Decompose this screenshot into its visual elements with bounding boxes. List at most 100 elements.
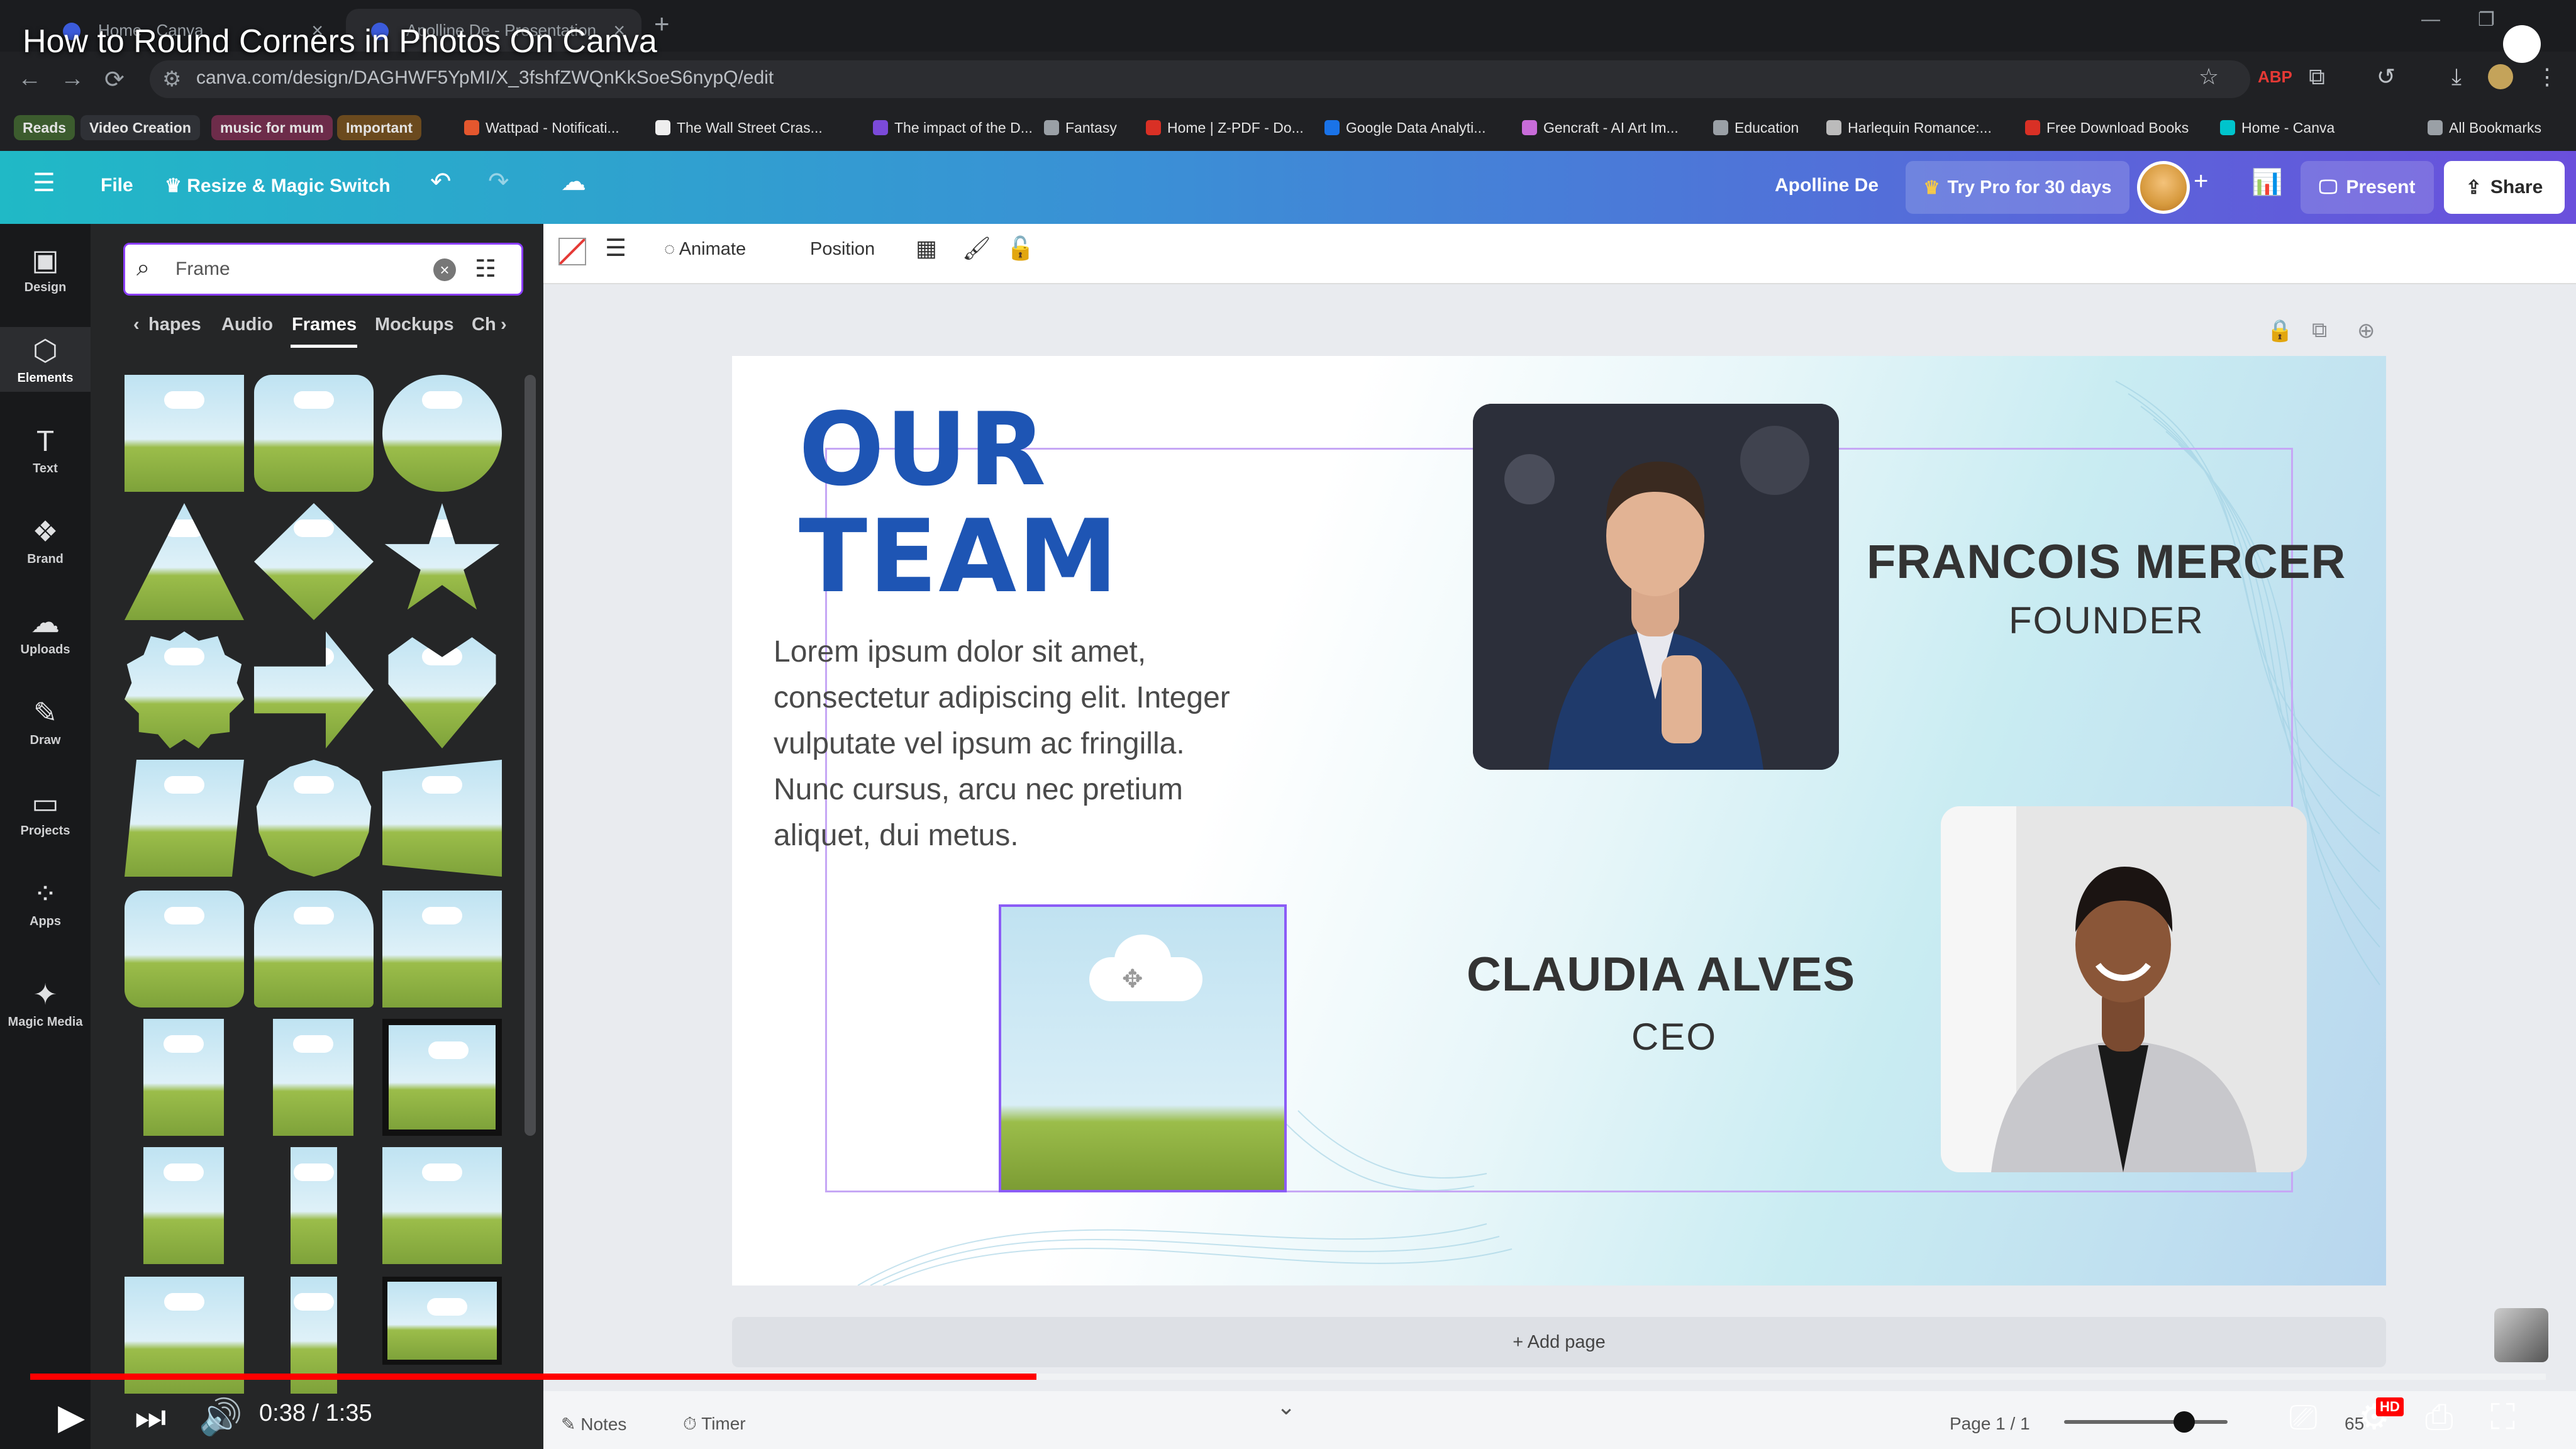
empty-image-frame[interactable]: ✥ [999, 904, 1287, 1192]
resize-magic-switch-button[interactable]: ♛ Resize & Magic Switch [165, 175, 391, 197]
rail-item-uploads[interactable]: ☁ Uploads [0, 599, 91, 663]
slide-body-text[interactable]: Lorem ipsum dolor sit amet, consectetur … [774, 629, 1252, 858]
profile-avatar[interactable] [2488, 64, 2513, 89]
rail-item-design[interactable]: ▣ Design [0, 236, 91, 301]
bookmark-item[interactable]: Fantasy [1044, 114, 1117, 141]
category-mockups[interactable]: Mockups [375, 314, 454, 335]
frame-thumbnail-archtop[interactable] [254, 891, 374, 1008]
redo-icon[interactable]: ↷ [488, 167, 509, 196]
clear-search-icon[interactable]: × [433, 258, 456, 281]
category-shapes[interactable]: hapes [148, 314, 201, 335]
fill-color-swatch[interactable] [558, 238, 586, 265]
person2-name[interactable]: CLAUDIA ALVES [1467, 947, 1855, 1002]
bookmark-item[interactable]: All Bookmarks [2428, 114, 2541, 141]
browser-menu-icon[interactable]: ⋮ [2534, 64, 2560, 89]
design-owner-name[interactable]: Apolline De [1775, 175, 1879, 196]
undo-icon[interactable]: ↶ [430, 167, 452, 196]
rail-item-magic-media[interactable]: ✦ Magic Media [0, 971, 91, 1036]
bookmark-item[interactable]: Home - Canva [2220, 114, 2334, 141]
bookmark-item[interactable]: Video Creation [80, 114, 200, 141]
frame-thumbnail-round[interactable] [254, 375, 374, 492]
animate-button[interactable]: ◌ Animate [664, 239, 746, 260]
person2-role[interactable]: CEO [1631, 1015, 1717, 1058]
position-button[interactable]: Position [810, 239, 875, 260]
try-pro-button[interactable]: ♛ Try Pro for 30 days [1906, 161, 2129, 214]
bookmark-item[interactable]: Reads [14, 114, 75, 141]
category-prev-icon[interactable]: ‹ [133, 314, 140, 335]
add-page-icon[interactable]: ⊕ [2357, 318, 2375, 343]
frame-thumbnail-rect[interactable] [125, 375, 244, 492]
rail-item-apps[interactable]: ⁘ Apps [0, 870, 91, 935]
adblock-icon[interactable]: ABP [2258, 64, 2292, 89]
play-icon[interactable]: ▶ [58, 1396, 85, 1438]
site-info-icon[interactable]: ⚙ [162, 67, 181, 92]
photo-claudia[interactable] [1941, 806, 2307, 1172]
bookmark-item[interactable]: Important [337, 114, 422, 141]
reload-icon[interactable]: ⟳ [104, 65, 125, 94]
zoom-slider-handle[interactable] [2174, 1411, 2195, 1433]
bookmark-item[interactable]: Gencraft - AI Art Im... [1522, 114, 1679, 141]
border-style-icon[interactable]: ☰ [605, 234, 626, 262]
rail-item-draw[interactable]: ✎ Draw [0, 689, 91, 754]
hamburger-icon[interactable]: ☰ [33, 169, 55, 197]
page-indicator[interactable]: Page 1 / 1 [1950, 1414, 2030, 1434]
person1-name[interactable]: FRANCOIS MERCER [1867, 535, 2346, 589]
frame-thumbnail-circle[interactable] [382, 375, 502, 492]
volume-icon[interactable]: 🔊 [199, 1396, 243, 1438]
lock-icon[interactable]: 🔓 [1006, 235, 1035, 262]
filter-icon[interactable]: ☷ [475, 255, 496, 283]
frame-thumbnail-tall[interactable] [143, 1147, 224, 1264]
bookmark-item[interactable]: Education [1713, 114, 1799, 141]
watch-later-icon[interactable] [2503, 25, 2541, 63]
subtitles-icon[interactable]: ⎚ [2289, 1396, 2318, 1438]
zoom-slider[interactable] [2064, 1420, 2228, 1424]
bookmark-item[interactable]: Free Download Books [2025, 114, 2189, 141]
category-next-icon[interactable]: › [501, 314, 507, 335]
bookmark-item[interactable]: Harlequin Romance:... [1826, 114, 1992, 141]
frame-thumbnail-tallsplit[interactable] [291, 1147, 337, 1264]
bookmark-item[interactable]: music for mum [211, 114, 333, 141]
file-menu[interactable]: File [101, 175, 133, 196]
photo-francois[interactable] [1473, 404, 1839, 770]
search-input[interactable]: ⌕ Frame × ☷ [123, 243, 523, 296]
frame-thumbnail-tall[interactable] [143, 1019, 224, 1136]
extensions-icon[interactable]: ⧉ [2304, 64, 2329, 89]
next-video-icon[interactable]: ⏭ [135, 1396, 166, 1438]
category-charts[interactable]: Ch [472, 314, 496, 335]
transparency-icon[interactable]: ▦ [916, 235, 937, 262]
analytics-icon[interactable]: 📊 [2251, 167, 2283, 197]
bookmark-item[interactable]: The Wall Street Cras... [655, 114, 823, 141]
person1-role[interactable]: FOUNDER [2009, 599, 2204, 642]
channel-thumbnail[interactable] [2494, 1308, 2548, 1362]
panel-scrollbar[interactable] [525, 375, 536, 1136]
frame-thumbnail-tall[interactable] [273, 1019, 353, 1136]
frame-thumbnail-rounded[interactable] [125, 891, 244, 1008]
forward-icon[interactable]: → [60, 65, 84, 92]
bookmark-item[interactable]: Wattpad - Notificati... [464, 114, 619, 141]
category-audio[interactable]: Audio [221, 314, 273, 335]
frame-thumbnail-skew[interactable] [382, 760, 502, 877]
chevron-down-icon[interactable]: ⌄ [1277, 1394, 1296, 1420]
cast-icon[interactable]: ⎙ [2425, 1396, 2453, 1438]
bookmark-item[interactable]: The impact of the D... [873, 114, 1033, 141]
timer-button[interactable]: ⏱ Timer [683, 1414, 746, 1435]
minimize-icon[interactable]: — [2421, 9, 2440, 30]
notes-button[interactable]: ✎ Notes [561, 1414, 626, 1435]
restore-icon[interactable]: ❐ [2478, 9, 2495, 31]
frame-thumbnail-para[interactable] [125, 760, 244, 877]
rail-item-text[interactable]: T Text [0, 418, 91, 482]
add-page-button[interactable]: + Add page [732, 1317, 2386, 1367]
category-frames[interactable]: Frames [292, 314, 357, 335]
bookmark-item[interactable]: Home | Z-PDF - Do... [1146, 114, 1304, 141]
share-button[interactable]: ⇪ Share [2444, 161, 2565, 214]
copy-style-icon[interactable]: 🖌 [962, 235, 991, 262]
frame-thumbnail-monitor[interactable] [382, 1277, 502, 1365]
present-button[interactable]: 🖵 Present [2301, 161, 2434, 214]
frame-thumbnail-triple[interactable] [382, 1147, 502, 1264]
user-avatar[interactable] [2137, 161, 2190, 214]
download-icon[interactable]: ⤓ [2444, 64, 2469, 89]
fullscreen-exit-icon[interactable]: ⛶ [2490, 1396, 2515, 1438]
bookmark-item[interactable]: Google Data Analyti... [1324, 114, 1485, 141]
rail-item-brand[interactable]: ❖ Brand [0, 508, 91, 573]
rail-item-projects[interactable]: ▭ Projects [0, 780, 91, 845]
